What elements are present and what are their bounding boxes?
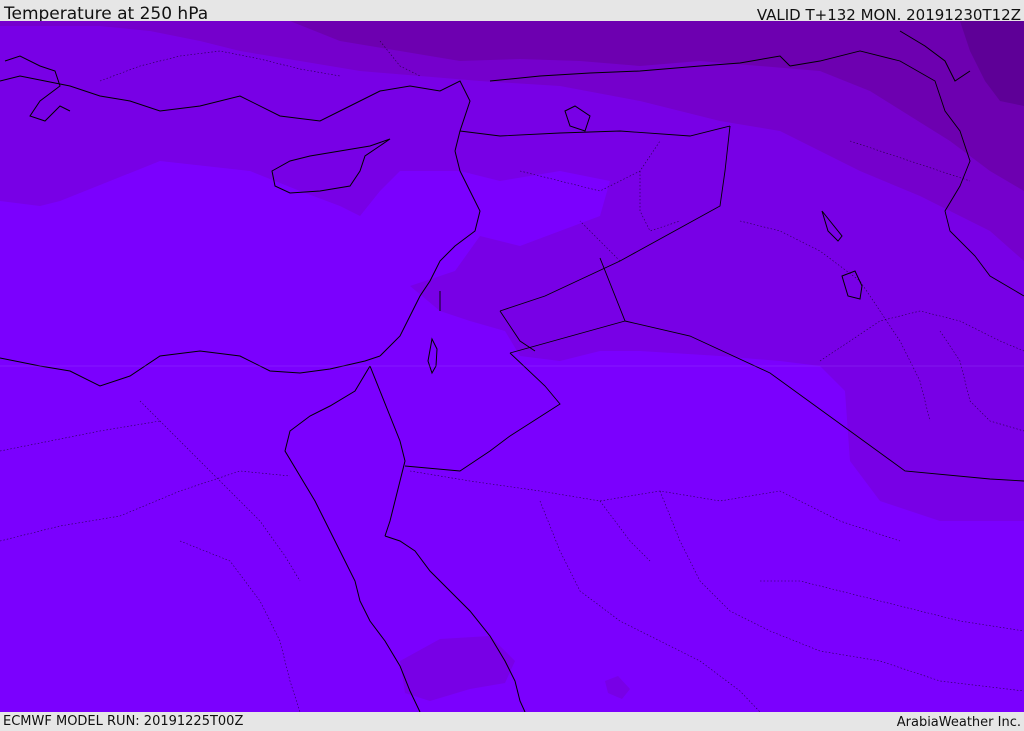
footer-bar: ECMWF MODEL RUN: 20191225T00Z ArabiaWeat… — [0, 712, 1024, 730]
map-area[interactable] — [0, 21, 1024, 712]
header-bar: Temperature at 250 hPa VALID T+132 MON. … — [0, 0, 1024, 24]
temperature-map — [0, 21, 1024, 712]
model-run-label: ECMWF MODEL RUN: 20191225T00Z — [3, 714, 244, 729]
credit-label: ArabiaWeather Inc. — [896, 715, 1021, 730]
